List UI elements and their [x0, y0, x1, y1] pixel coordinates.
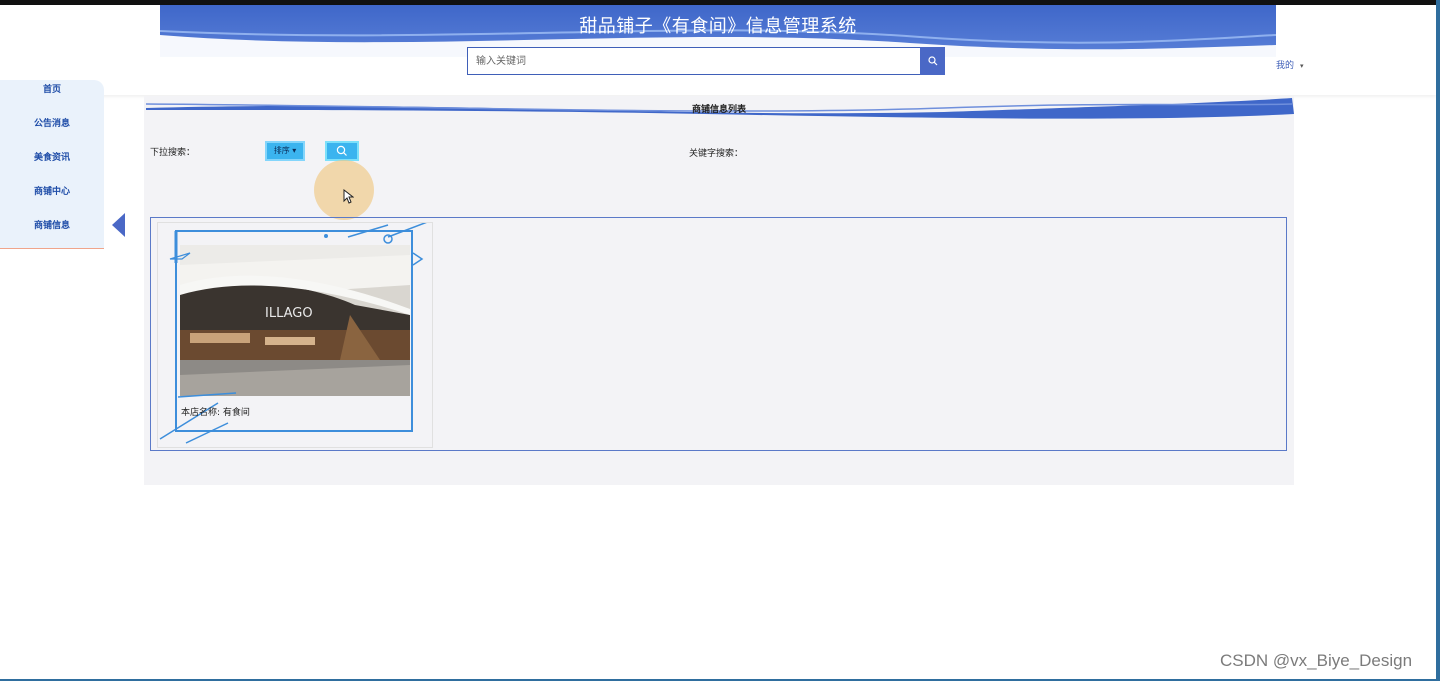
sidebar-item-home[interactable]: 首页 — [0, 80, 104, 114]
header: 甜品铺子《有食间》信息管理系统 我的 ▾ — [0, 5, 1436, 95]
sort-dropdown[interactable]: 排序 ▾ — [265, 141, 305, 161]
keyword-search-label: 关键字搜索： — [689, 149, 744, 159]
sort-dropdown-label: 排序 — [273, 146, 290, 155]
shop-name: 本店名称: 有食间 — [181, 408, 250, 418]
chevron-down-icon: ▾ — [1300, 62, 1304, 70]
watermark: CSDN @vx_Biye_Design — [1220, 651, 1413, 670]
shop-name-value: 有食间 — [222, 408, 250, 418]
sidebar-item-shop-info[interactable]: 商铺信息 — [0, 216, 104, 250]
shop-name-label: 本店名称 — [181, 408, 218, 418]
sidebar-item-food-news[interactable]: 美食资讯 — [0, 148, 104, 182]
search-bar — [467, 47, 945, 75]
search-icon — [927, 56, 937, 66]
mouse-pointer-icon — [343, 189, 354, 204]
search-button[interactable] — [920, 47, 945, 75]
user-menu[interactable]: 我的 ▾ — [1276, 58, 1304, 71]
dropdown-search-label: 下拉搜索： — [150, 148, 196, 158]
main-content: 商铺信息列表 下拉搜索： 排序 ▾ 关键字搜索： ILLAGO 本店名称: 有食… — [144, 96, 1294, 485]
user-menu-label: 我的 — [1276, 61, 1295, 71]
search-input[interactable] — [468, 48, 920, 74]
sidebar-item-shop-center[interactable]: 商铺中心 — [0, 182, 104, 216]
window-right-edge — [1436, 0, 1440, 681]
shop-list: ILLAGO 本店名称: 有食间 — [150, 217, 1287, 451]
shop-card[interactable]: ILLAGO 本店名称: 有食间 — [157, 222, 433, 448]
site-title: 甜品铺子《有食间》信息管理系统 — [579, 16, 857, 37]
page-title: 商铺信息列表 — [691, 105, 746, 115]
active-indicator-arrow-icon — [112, 213, 125, 237]
query-button[interactable] — [325, 141, 359, 161]
sidebar-item-announcements[interactable]: 公告消息 — [0, 114, 104, 148]
caret-down-icon: ▾ — [289, 146, 297, 155]
search-icon — [336, 145, 347, 156]
sidebar: 首页 公告消息 美食资讯 商铺中心 商铺信息 — [0, 80, 104, 249]
